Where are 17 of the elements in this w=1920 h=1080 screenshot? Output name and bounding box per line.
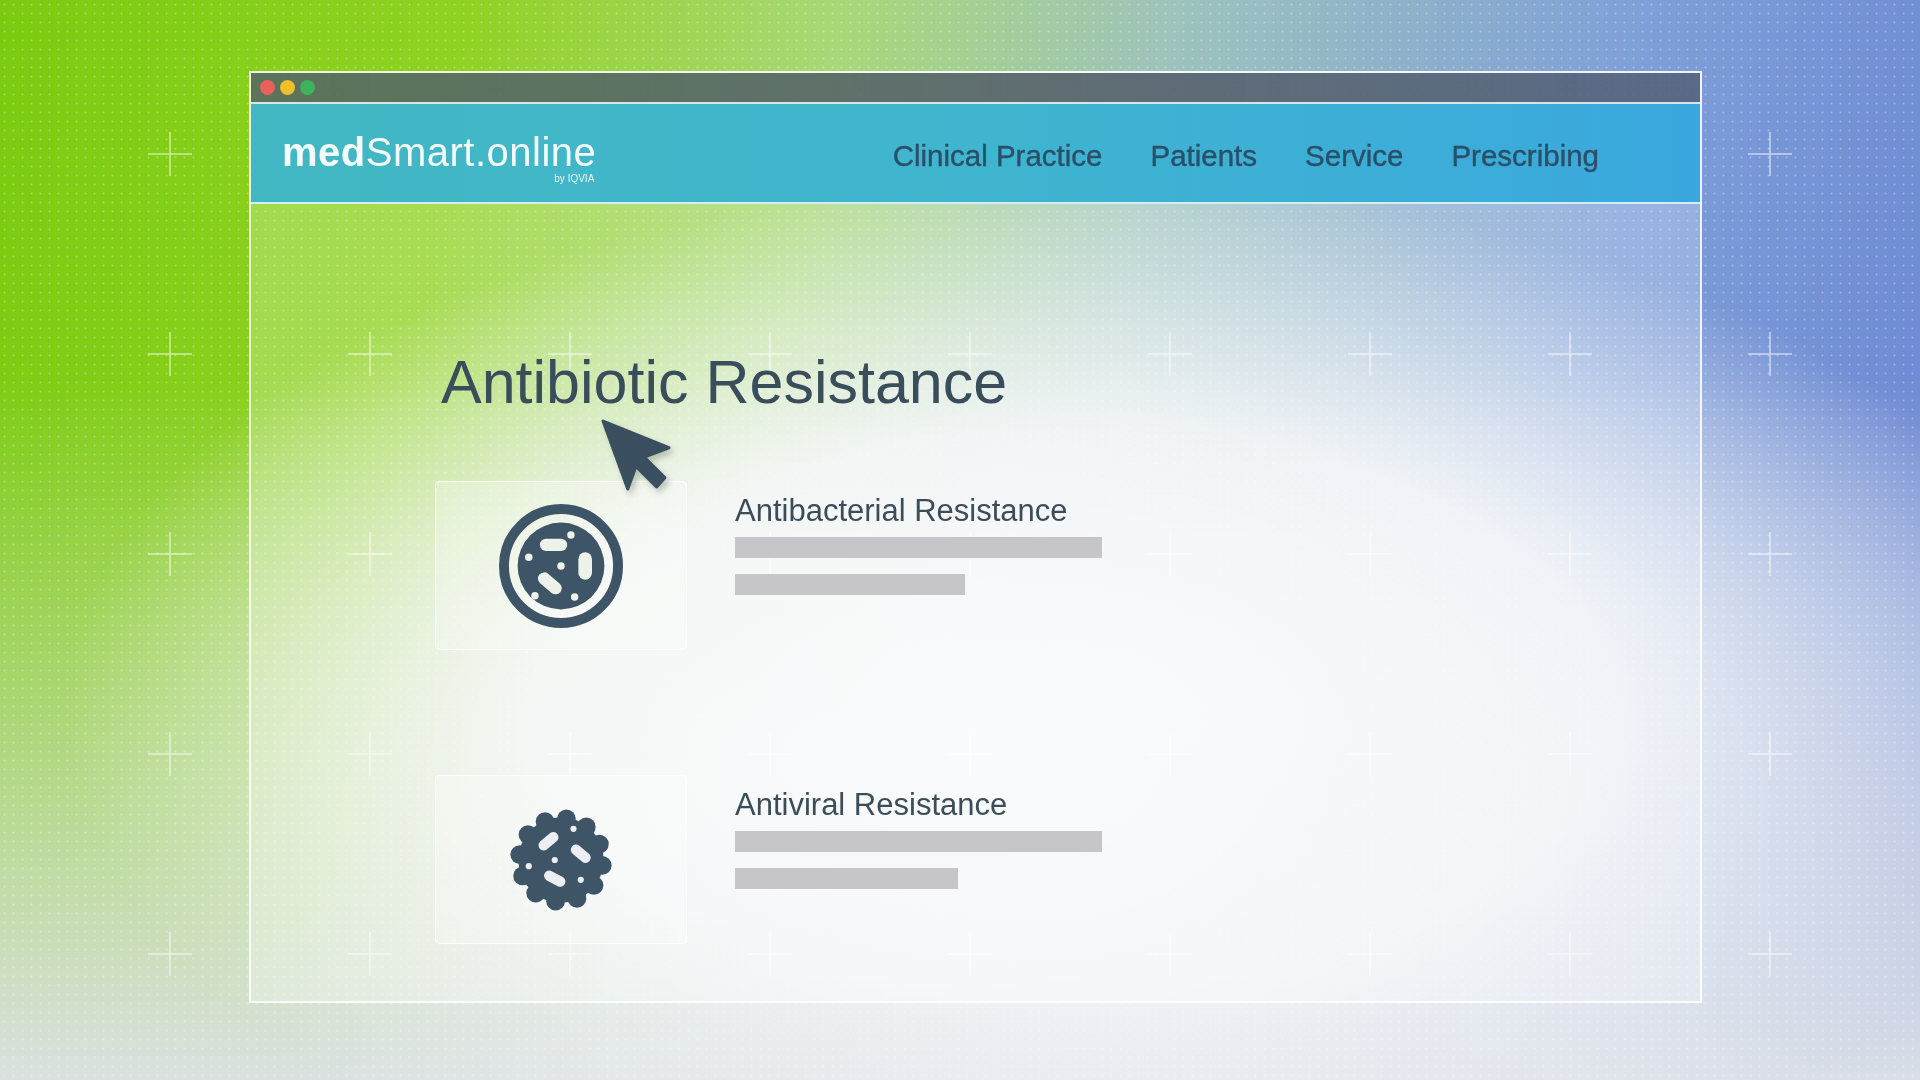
topic-title[interactable]: Antiviral Resistance: [735, 787, 1008, 823]
topic-title[interactable]: Antibacterial Resistance: [735, 493, 1068, 529]
cursor-icon: [600, 419, 672, 491]
germ-icon: [509, 807, 613, 912]
petri-dish-icon: [499, 503, 623, 628]
page-heading: Antibiotic Resistance: [441, 347, 1008, 418]
nav-link[interactable]: Service: [1305, 132, 1404, 174]
icon-tile[interactable]: [435, 775, 687, 944]
minimize-dot-icon[interactable]: [280, 80, 295, 95]
site-logo[interactable]: medSmart.online: [282, 130, 597, 174]
close-dot-icon[interactable]: [260, 80, 275, 95]
icon-tile[interactable]: [435, 481, 687, 650]
nav-link[interactable]: Clinical Practice: [892, 132, 1103, 174]
logo-tagline: by IQVIA: [554, 173, 595, 184]
nav-link[interactable]: Patients: [1150, 132, 1258, 174]
nav-link[interactable]: Prescribing: [1451, 132, 1599, 174]
maximize-dot-icon[interactable]: [300, 80, 315, 95]
